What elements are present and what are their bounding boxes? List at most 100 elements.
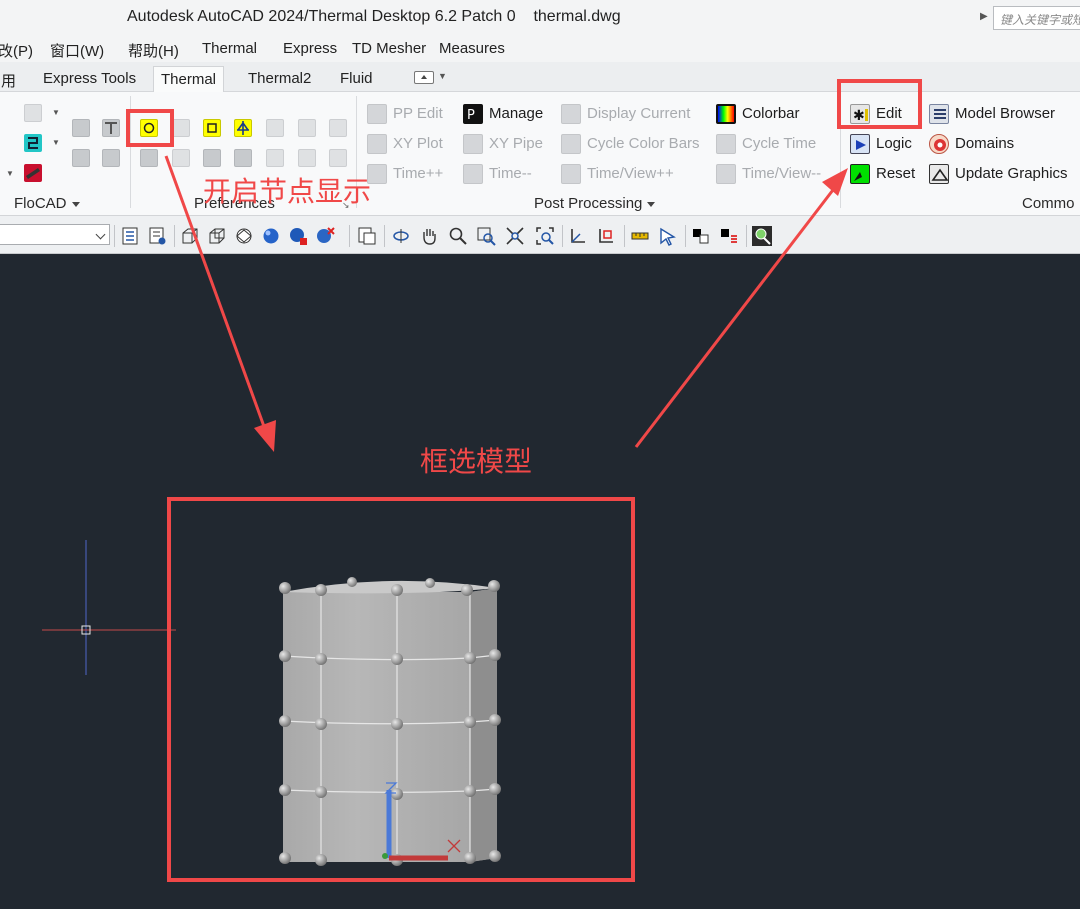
conductor-icon[interactable] xyxy=(234,119,252,137)
table-icon[interactable] xyxy=(72,119,90,137)
xy-pipe-label: XY Pipe xyxy=(489,135,543,152)
autocad-window: Autodesk AutoCAD 2024/Thermal Desktop 6.… xyxy=(0,0,1080,909)
bowtie-icon[interactable] xyxy=(72,149,90,167)
properties-icon[interactable] xyxy=(120,226,140,246)
layer-order-icon[interactable] xyxy=(719,226,739,246)
manage-icon: P xyxy=(463,104,483,124)
update-graphics-label: Update Graphics xyxy=(955,165,1068,182)
toolbar-divider xyxy=(746,225,747,247)
menu-item-modify[interactable]: 改(P) xyxy=(0,40,33,61)
material-sphere-icon[interactable] xyxy=(288,226,308,246)
ucs-origin-icon[interactable] xyxy=(596,226,616,246)
annotation-box-select: 框选模型 xyxy=(420,445,533,478)
ribbon-tab-bar: 用 Express Tools Thermal Thermal2 Fluid ▼ xyxy=(0,62,1080,93)
zoom-magnifier-icon[interactable] xyxy=(752,226,772,246)
colorbar-label: Colorbar xyxy=(742,105,800,122)
tab-express-tools[interactable]: Express Tools xyxy=(36,66,143,92)
arrow-down-icon[interactable] xyxy=(266,119,284,137)
flocad-group-label[interactable]: FloCAD xyxy=(14,195,80,212)
list-icon[interactable] xyxy=(147,226,167,246)
grid-icon[interactable] xyxy=(329,119,347,137)
chevron-down-icon xyxy=(647,201,656,207)
chevron-down-icon[interactable]: ▼ xyxy=(52,138,60,147)
menu-item-thermal[interactable]: Thermal xyxy=(202,40,257,57)
ucs-icon[interactable] xyxy=(568,226,588,246)
move-icon[interactable] xyxy=(329,149,347,167)
black-white-icon[interactable] xyxy=(691,226,711,246)
common-group-label[interactable]: Commo xyxy=(1022,195,1075,212)
toolbar-divider xyxy=(685,225,686,247)
colorbar-icon xyxy=(716,104,736,124)
remove-material-icon[interactable] xyxy=(315,226,335,246)
chevron-down-icon[interactable]: ▼ xyxy=(6,169,14,178)
minimize-ribbon-icon[interactable] xyxy=(414,71,434,84)
tab-thermal2[interactable]: Thermal2 xyxy=(241,66,318,92)
zoom-realtime-icon[interactable] xyxy=(448,226,468,246)
path-gray-icon[interactable] xyxy=(298,149,316,167)
orbit-icon[interactable] xyxy=(391,226,411,246)
menu-item-help[interactable]: 帮助(H) xyxy=(128,40,179,61)
node-ghost-icon[interactable] xyxy=(172,119,190,137)
heat-exchanger-icon[interactable] xyxy=(24,164,42,182)
toggle-icon[interactable] xyxy=(172,149,190,167)
reset-icon xyxy=(850,164,870,184)
menu-item-measures[interactable]: Measures xyxy=(439,40,505,57)
tab-thermal[interactable]: Thermal xyxy=(153,66,225,93)
curve-icon[interactable] xyxy=(266,149,284,167)
chevron-down-icon[interactable]: ▼ xyxy=(52,108,60,117)
pipe-icon[interactable] xyxy=(24,104,42,122)
chevron-down-icon xyxy=(71,201,80,207)
zoom-extents-icon[interactable] xyxy=(505,226,525,246)
measure-icon[interactable] xyxy=(140,149,158,167)
square-node-icon[interactable] xyxy=(203,119,221,137)
zoom-window-icon[interactable] xyxy=(476,226,496,246)
group-divider xyxy=(130,96,131,208)
copy-view-icon[interactable] xyxy=(357,226,377,246)
cycle-time-icon xyxy=(716,134,736,154)
toolbar-divider xyxy=(174,225,175,247)
cycle-time-label: Cycle Time xyxy=(742,135,817,152)
domains-icon xyxy=(929,134,949,154)
menu-item-td-mesher[interactable]: TD Mesher xyxy=(352,40,426,57)
layer-dropdown[interactable] xyxy=(0,224,110,245)
view-toolbar xyxy=(0,216,1080,254)
time-minus-label: Time-- xyxy=(489,165,532,182)
node-display-icon[interactable] xyxy=(140,119,158,137)
manage-label: Manage xyxy=(489,105,544,122)
menu-item-window[interactable]: 窗口(W) xyxy=(50,40,104,61)
svg-text:P: P xyxy=(467,108,475,123)
reset-label: Reset xyxy=(876,165,916,182)
search-expand-icon[interactable]: ▶ xyxy=(980,11,988,22)
time-plus-label: Time++ xyxy=(393,165,444,182)
rotate-icon[interactable] xyxy=(234,149,252,167)
box-icon[interactable] xyxy=(180,226,200,246)
chevron-down-icon[interactable]: ▼ xyxy=(438,71,447,81)
text-icon[interactable] xyxy=(102,119,120,137)
search-input[interactable]: 键入关键字或短语 xyxy=(993,6,1080,30)
menu-item-express[interactable]: Express xyxy=(283,40,337,57)
pan-hand-icon[interactable] xyxy=(419,226,439,246)
resize-icon[interactable] xyxy=(298,119,316,137)
post-processing-group-label[interactable]: Post Processing xyxy=(534,195,656,212)
svg-text:✱: ✱ xyxy=(853,108,865,124)
model-browser-label: Model Browser xyxy=(955,105,1056,122)
pp-edit-icon xyxy=(367,104,387,124)
shaded-sphere-icon[interactable] xyxy=(261,226,281,246)
drawing-canvas[interactable] xyxy=(0,254,1080,909)
layout-icon[interactable] xyxy=(203,149,221,167)
time-minus-icon xyxy=(463,164,483,184)
tab-fluid[interactable]: Fluid xyxy=(333,66,380,92)
update-graphics-icon xyxy=(929,164,949,184)
toolbar-divider xyxy=(624,225,625,247)
measure-distance-icon[interactable] xyxy=(630,226,650,246)
hidden-icon[interactable] xyxy=(234,226,254,246)
diamond-icon[interactable] xyxy=(102,149,120,167)
tab-application[interactable]: 用 xyxy=(0,66,23,92)
toolbar-divider xyxy=(384,225,385,247)
menu-bar: 改(P) 窗口(W) 帮助(H) Thermal Express TD Mesh… xyxy=(0,36,1080,62)
pick-point-icon[interactable] xyxy=(658,226,678,246)
domains-label: Domains xyxy=(955,135,1015,152)
zoom-previous-icon[interactable] xyxy=(535,226,555,246)
path-icon[interactable] xyxy=(24,134,42,152)
wireframe-icon[interactable] xyxy=(207,226,227,246)
